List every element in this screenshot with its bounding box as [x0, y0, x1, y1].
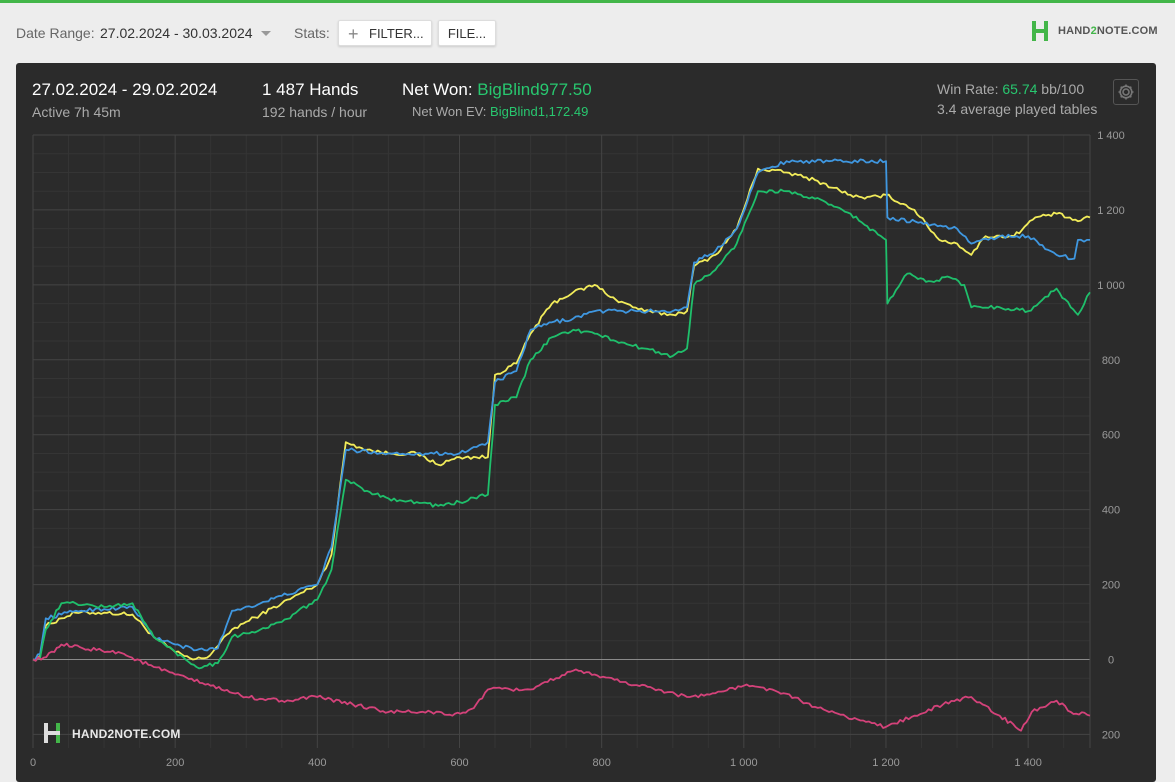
y-tick-label: 800 [1102, 355, 1120, 367]
y-tick-label: 1 400 [1097, 130, 1125, 142]
x-tick-label: 600 [450, 757, 468, 769]
y-tick-label: 200 [1102, 580, 1120, 592]
y-tick-label: 400 [1102, 505, 1120, 517]
x-tick-label: 0 [30, 757, 36, 769]
profit-graph: 0 200 400 600 800 1 000 1 200 1 400 200 0 200 400 60… [30, 130, 1125, 769]
y-tick-label: 0 [1108, 655, 1114, 667]
y-tick-label: 1 000 [1097, 280, 1125, 292]
x-tick-label: 400 [308, 757, 326, 769]
y-tick-label: 600 [1102, 430, 1120, 442]
watermark-logo-icon [44, 723, 60, 743]
x-tick-label: 200 [166, 757, 184, 769]
x-tick-label: 1 200 [872, 757, 900, 769]
series-line-yellow [32, 167, 1091, 661]
series-line-red [32, 642, 1091, 732]
x-tick-label: 1 000 [730, 757, 758, 769]
watermark-text: HAND2NOTE.COM [72, 727, 181, 741]
x-tick-label: 800 [592, 757, 610, 769]
x-tick-label: 1 400 [1014, 757, 1042, 769]
series-line-green [32, 188, 1091, 670]
y-tick-label: 1 200 [1097, 205, 1125, 217]
y-tick-label: 200 [1102, 729, 1120, 741]
